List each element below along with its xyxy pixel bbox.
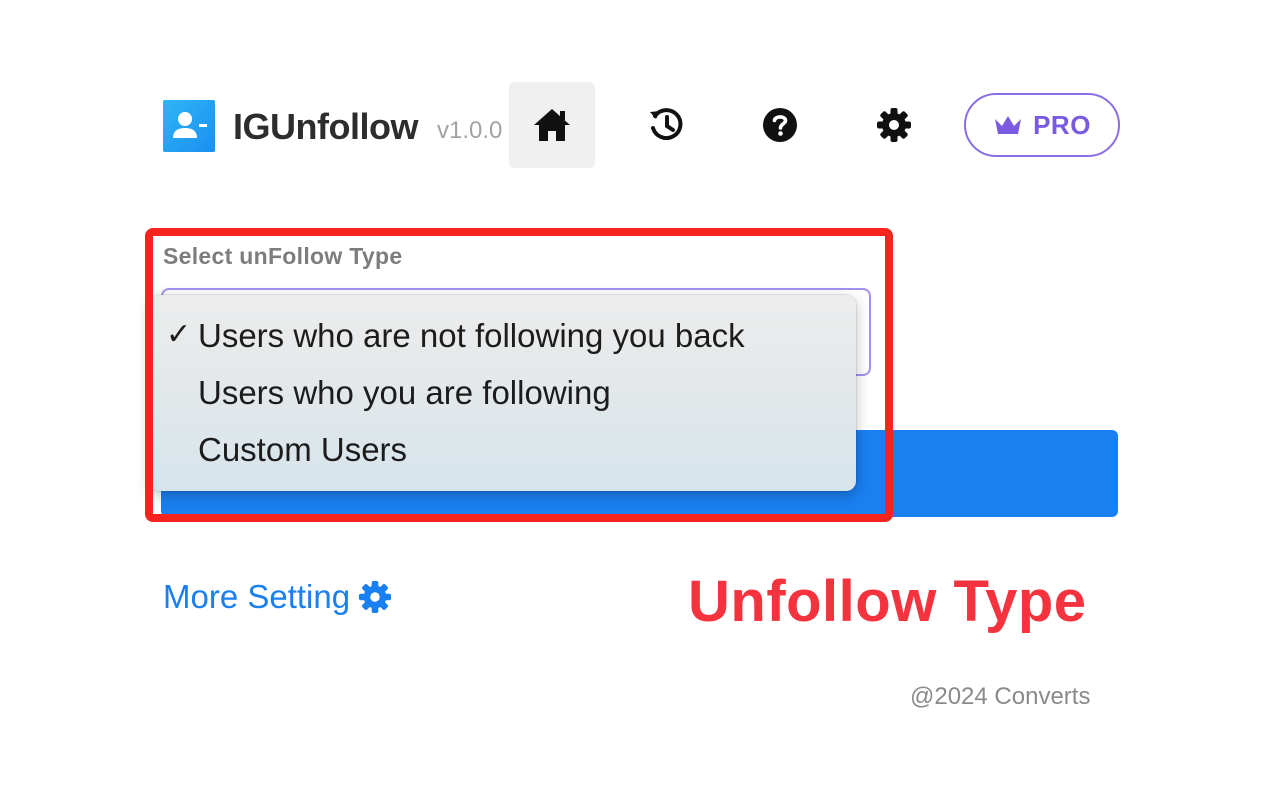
app-name: IGUnfollow xyxy=(233,106,418,147)
crown-icon xyxy=(995,116,1022,134)
nav-home-button[interactable] xyxy=(509,82,595,168)
dropdown-option-not-following-back[interactable]: Users who are not following you back xyxy=(198,317,745,355)
annotation-label: Unfollow Type xyxy=(688,569,1087,634)
gear-icon xyxy=(359,580,392,614)
checkmark-icon: ✓ xyxy=(166,318,192,351)
home-icon xyxy=(534,109,570,141)
dropdown-option-following[interactable]: Users who you are following xyxy=(198,374,611,412)
dropdown-option-custom-users[interactable]: Custom Users xyxy=(198,431,407,469)
nav-history-button[interactable] xyxy=(623,82,709,168)
more-setting-link[interactable]: More Setting xyxy=(163,578,392,616)
app-logo xyxy=(163,100,215,152)
pro-button[interactable]: PRO xyxy=(964,93,1120,157)
gear-icon xyxy=(877,108,911,142)
nav-settings-button[interactable] xyxy=(851,82,937,168)
unfollow-type-label: Select unFollow Type xyxy=(163,243,403,269)
unfollow-type-dropdown[interactable]: ✓ Users who are not following you back U… xyxy=(150,295,856,491)
history-icon xyxy=(650,108,683,141)
nav-help-button[interactable] xyxy=(737,82,823,168)
more-setting-label: More Setting xyxy=(163,578,351,615)
pro-label: PRO xyxy=(1033,109,1091,140)
app-version: v1.0.0 xyxy=(437,117,503,144)
help-icon xyxy=(763,108,797,142)
footer-copyright: @2024 Converts xyxy=(910,683,1091,710)
user-minus-icon xyxy=(173,112,207,138)
